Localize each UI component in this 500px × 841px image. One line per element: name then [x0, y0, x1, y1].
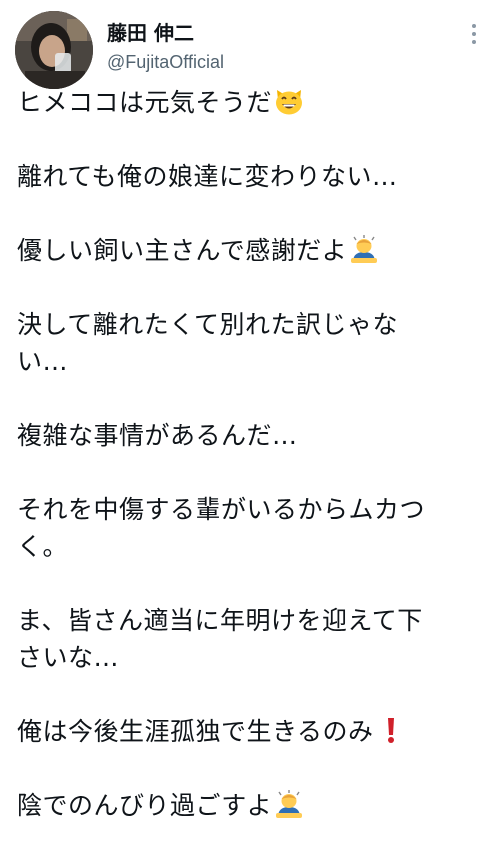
- tweet-line: い…: [17, 347, 69, 376]
- tweet-line: 決して離れたくて別れた訳じゃな: [17, 310, 399, 339]
- tweet-line: 優しい飼い主さんで感謝だよ: [17, 232, 487, 269]
- exclamation-mark-icon: [376, 715, 406, 745]
- tweet-line: く。: [17, 532, 69, 561]
- tweet-line-text: 優しい飼い主さんで感謝だよ: [17, 236, 348, 265]
- tweet-text: ヒメココは元気そうだ 離れても俺の娘達に変わりない… 優しい飼い主さんで感謝だよ…: [17, 84, 487, 824]
- tweet-line: さいな…: [17, 643, 120, 672]
- avatar[interactable]: [15, 11, 93, 89]
- user-handle[interactable]: @FujitaOfficial: [107, 50, 224, 74]
- tweet-line-text: 俺は今後生涯孤独で生きるのみ: [17, 717, 374, 746]
- tweet-line: 離れても俺の娘達に変わりない…: [17, 162, 398, 191]
- man-bowing-icon: [274, 789, 304, 819]
- tweet-line: ま、皆さん適当に年明けを迎えて下: [17, 606, 423, 635]
- more-options-icon[interactable]: [462, 20, 486, 48]
- tweet-line: それを中傷する輩がいるからムカつ: [17, 495, 426, 524]
- tweet-header: 藤田 伸二 @FujitaOfficial: [0, 0, 500, 96]
- tweet-line-text: ヒメココは元気そうだ: [17, 88, 273, 117]
- tweet-line: 複雑な事情があるんだ…: [17, 421, 298, 450]
- dot: [472, 24, 476, 28]
- display-name[interactable]: 藤田 伸二: [107, 20, 224, 46]
- tweet-line: 陰でのんびり過ごすよ: [17, 787, 487, 824]
- author-info: 藤田 伸二 @FujitaOfficial: [107, 20, 224, 74]
- grinning-cat-icon: [274, 86, 304, 116]
- dot: [472, 40, 476, 44]
- man-bowing-icon: [349, 234, 379, 264]
- tweet-line: 俺は今後生涯孤独で生きるのみ: [17, 713, 487, 750]
- dot: [472, 32, 476, 36]
- tweet-line-text: 陰でのんびり過ごすよ: [17, 791, 273, 820]
- tweet-line: ヒメココは元気そうだ: [17, 84, 487, 121]
